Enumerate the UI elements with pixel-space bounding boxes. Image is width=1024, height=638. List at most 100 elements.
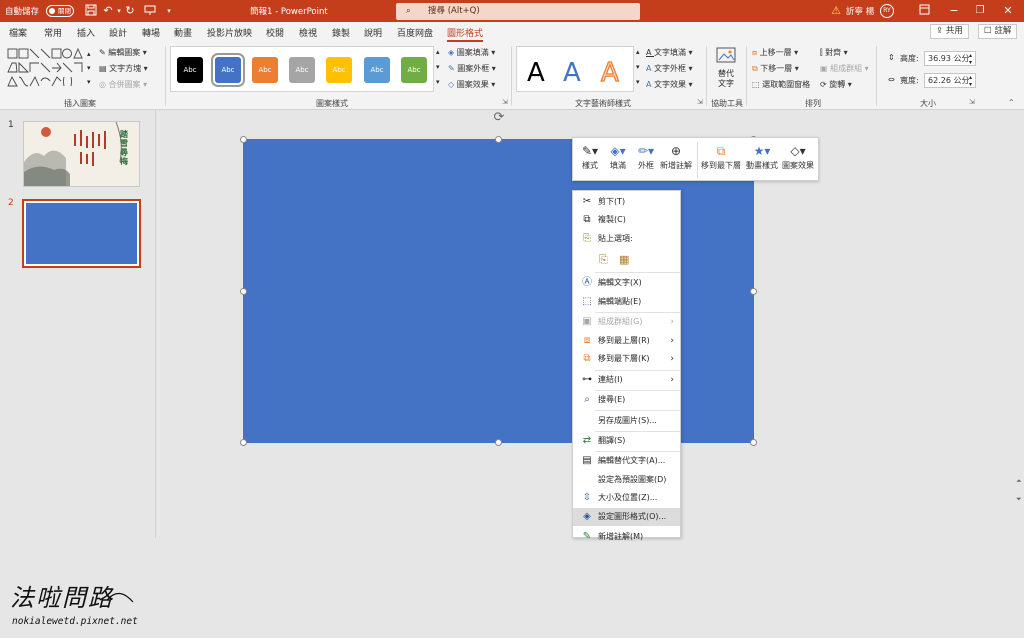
tab-home[interactable]: 常用 <box>44 26 62 39</box>
tab-view[interactable]: 檢視 <box>299 26 317 39</box>
menu-item-translate[interactable]: ⇄ 翻譯(S) <box>573 432 680 450</box>
menu-item-set-default-shape[interactable]: 設定為預設圖案(D) <box>573 471 680 489</box>
save-icon[interactable] <box>84 4 98 18</box>
text-effects-button[interactable]: A 文字效果 ▾ <box>646 79 693 90</box>
wordart-style-blue[interactable]: A <box>563 59 581 87</box>
tab-animations[interactable]: 動畫 <box>174 26 192 39</box>
menu-item-edit-text[interactable]: Ⓐ 編輯文字(X) <box>573 274 680 292</box>
tab-design[interactable]: 設計 <box>109 26 127 39</box>
tab-review[interactable]: 校閱 <box>266 26 284 39</box>
menu-item-bring-to-front[interactable]: ⧈ 移到最上層(R) › <box>573 332 680 350</box>
wordart-style-black[interactable]: A <box>527 59 545 87</box>
restore-icon[interactable]: ❐ <box>973 4 987 18</box>
menu-item-link[interactable]: ⊶ 連結(I) › <box>573 371 680 389</box>
tab-insert[interactable]: 插入 <box>77 26 95 39</box>
shape-style-swatch[interactable]: Abc <box>252 57 278 83</box>
menu-item-format-shape[interactable]: ◈ 設定圖形格式(O)... <box>573 508 680 526</box>
send-backward-button[interactable]: ⧉ 下移一層 ▾ <box>752 63 799 74</box>
rotate-button[interactable]: ⟳ 旋轉 ▾ <box>820 79 852 90</box>
customize-qat-icon[interactable]: ▾ <box>162 4 176 18</box>
wordart-style-orange[interactable]: A <box>600 58 619 87</box>
gallery-more-icon[interactable]: ▾ <box>87 78 91 86</box>
next-slide-icon[interactable]: ⏷ <box>1016 495 1022 504</box>
shape-style-swatch[interactable]: Abc <box>326 57 352 83</box>
shape-style-swatch[interactable]: Abc <box>364 57 390 83</box>
shape-fill-button[interactable]: ◈ 圖案填滿 ▾ <box>448 47 495 58</box>
mini-new-comment-button[interactable]: ⊕ 新增註解 <box>659 142 693 171</box>
align-button[interactable]: ⫿ 對齊 ▾ <box>820 47 848 58</box>
resize-handle-e[interactable] <box>750 288 757 295</box>
menu-item-copy[interactable]: ⧉ 複製(C) <box>573 211 680 229</box>
width-spinner-icon[interactable]: ▴ ▾ <box>969 74 972 88</box>
previous-slide-icon[interactable]: ⏶ <box>1016 477 1022 486</box>
tab-shape-format[interactable]: 圖形格式 <box>447 26 484 42</box>
dialog-launcher-icon[interactable]: ⇲ <box>969 98 975 106</box>
wordart-more-icon[interactable]: ▾ <box>636 78 640 86</box>
mini-fill-button[interactable]: ◈▾ 填滿 <box>605 142 631 171</box>
paste-picture-icon[interactable]: ▦ <box>619 251 629 269</box>
shapes-gallery[interactable] <box>7 47 87 92</box>
shape-effects-button[interactable]: ◇ 圖案效果 ▾ <box>448 79 495 90</box>
menu-item-cut[interactable]: ✂ 剪下(T) <box>573 193 680 211</box>
warning-icon[interactable]: ⚠ <box>829 4 843 18</box>
style-scroll-up-icon[interactable]: ▴ <box>436 48 440 56</box>
autosave-toggle[interactable]: 關閉 <box>46 5 74 17</box>
merge-shapes-button[interactable]: ◎ 合併圖案 ▾ <box>99 79 147 90</box>
menu-item-edit-alt-text[interactable]: ▤ 編輯替代文字(A)... <box>573 452 680 470</box>
paste-keep-format-icon[interactable]: ⎘ <box>599 251 608 269</box>
mini-outline-button[interactable]: ✏▾ 外框 <box>633 142 659 171</box>
alt-text-button[interactable]: 替代 文字 <box>712 46 740 92</box>
minimize-icon[interactable]: − <box>947 4 961 18</box>
tab-transitions[interactable]: 轉場 <box>142 26 160 39</box>
menu-item-new-comment[interactable]: ✎ 新增註解(M) <box>573 528 680 546</box>
menu-item-save-as-picture[interactable]: 另存成圖片(S)... <box>573 412 680 430</box>
menu-item-send-to-back[interactable]: ⧉ 移到最下層(K) › <box>573 350 680 368</box>
tab-help[interactable]: 說明 <box>364 26 382 39</box>
resize-handle-sw[interactable] <box>240 439 247 446</box>
menu-item-group[interactable]: ▣ 組成群組(G) › <box>573 313 680 331</box>
collapse-ribbon-icon[interactable]: ⌃ <box>1008 98 1015 107</box>
shape-style-swatch[interactable]: Abc <box>289 57 315 83</box>
share-button[interactable]: ⇪ 共用 <box>930 24 969 39</box>
wordart-scroll-down-icon[interactable]: ▾ <box>636 63 640 71</box>
shape-outline-button[interactable]: ✎ 圖案外框 ▾ <box>448 63 496 74</box>
wordart-scroll-up-icon[interactable]: ▴ <box>636 48 640 56</box>
rotate-handle-icon[interactable]: ⟳ <box>491 110 507 126</box>
style-scroll-down-icon[interactable]: ▾ <box>436 63 440 71</box>
resize-handle-n[interactable] <box>495 136 502 143</box>
gallery-scroll-down-icon[interactable]: ▾ <box>87 64 91 72</box>
search-box[interactable]: ⌕ 搜尋 (Alt+Q) <box>396 3 640 20</box>
resize-handle-nw[interactable] <box>240 136 247 143</box>
gallery-scroll-up-icon[interactable]: ▴ <box>87 50 91 58</box>
mini-send-to-back-button[interactable]: ⧉ 移到最下層 <box>701 142 741 171</box>
mini-style-button[interactable]: ✎▾ 樣式 <box>577 142 603 171</box>
shape-style-swatch[interactable]: Abc <box>177 57 203 83</box>
slide-thumbnail-2[interactable] <box>22 199 141 268</box>
comment-button[interactable]: ☐ 註解 <box>978 24 1018 39</box>
edit-shape-button[interactable]: ✎ 編輯圖案 ▾ <box>99 47 147 58</box>
shape-style-gallery[interactable]: Abc Abc Abc Abc Abc Abc Abc <box>170 46 434 92</box>
dialog-launcher-icon[interactable]: ⇲ <box>697 98 703 106</box>
shape-style-swatch[interactable]: Abc <box>401 57 427 83</box>
shape-style-swatch-selected[interactable]: Abc <box>211 53 245 87</box>
group-button[interactable]: ▣ 組成群組 ▾ <box>820 63 869 74</box>
menu-item-edit-points[interactable]: ⬚ 編輯端點(E) <box>573 293 680 311</box>
selection-pane-button[interactable]: ⬚ 選取範圍窗格 <box>752 79 810 90</box>
close-icon[interactable]: ✕ <box>1001 4 1015 18</box>
mini-animation-styles-button[interactable]: ★▾ 動畫樣式 <box>745 142 779 171</box>
dialog-launcher-icon[interactable]: ⇲ <box>502 98 508 106</box>
resize-handle-w[interactable] <box>240 288 247 295</box>
style-more-icon[interactable]: ▾ <box>436 78 440 86</box>
text-box-button[interactable]: ▤ 文字方塊 ▾ <box>99 63 148 74</box>
ribbon-display-icon[interactable] <box>917 4 931 18</box>
tab-slideshow[interactable]: 投影片放映 <box>207 26 252 39</box>
user-name[interactable]: 訢寧 楊 <box>846 5 874 17</box>
vertical-scrollbar[interactable] <box>1015 110 1024 538</box>
tab-baidu[interactable]: 百度网盘 <box>397 26 433 39</box>
avatar[interactable]: RY <box>880 4 894 18</box>
wordart-gallery[interactable]: A A A <box>516 46 634 92</box>
text-fill-button[interactable]: A 文字填滿 ▾ <box>646 47 693 58</box>
height-spinner-icon[interactable]: ▴ ▾ <box>969 52 972 66</box>
mini-shape-effects-button[interactable]: ◇▾ 圖案效果 <box>781 142 815 171</box>
bring-forward-button[interactable]: ⧈ 上移一層 ▾ <box>752 47 798 58</box>
